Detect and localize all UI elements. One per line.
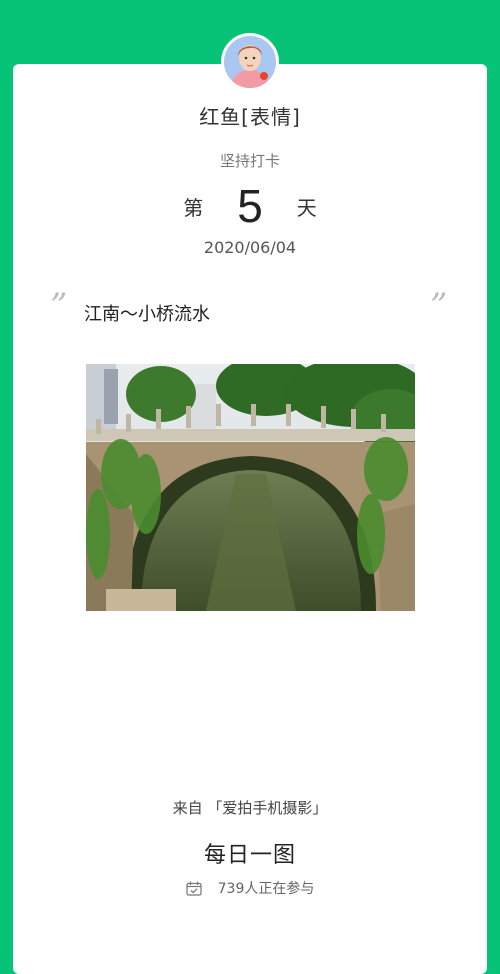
avatar[interactable] [221,33,279,91]
open-quote-icon: ” [50,286,68,326]
post-photo[interactable] [86,356,431,611]
day-prefix: 第 [183,195,204,220]
participants-count: 739人正在参与 [217,881,315,897]
streak-label: 坚持打卡 [219,152,280,170]
day-suffix: 天 [296,195,317,220]
checkin-date: 2020/06/04 [203,238,297,257]
post-caption: 江南～小桥流水 [84,304,210,325]
calendar-check-icon [186,881,202,896]
topic-title[interactable]: 每日一图 [0,837,500,869]
username[interactable]: 红鱼[表情] [0,101,500,130]
day-number: 5 [237,180,263,232]
source-label[interactable]: 来自 「爱拍手机摄影」 [0,797,500,818]
participants-row: 739人正在参与 [0,878,500,898]
close-quote-icon: ” [430,286,448,326]
day-counter: 第 5 天 [0,176,500,236]
